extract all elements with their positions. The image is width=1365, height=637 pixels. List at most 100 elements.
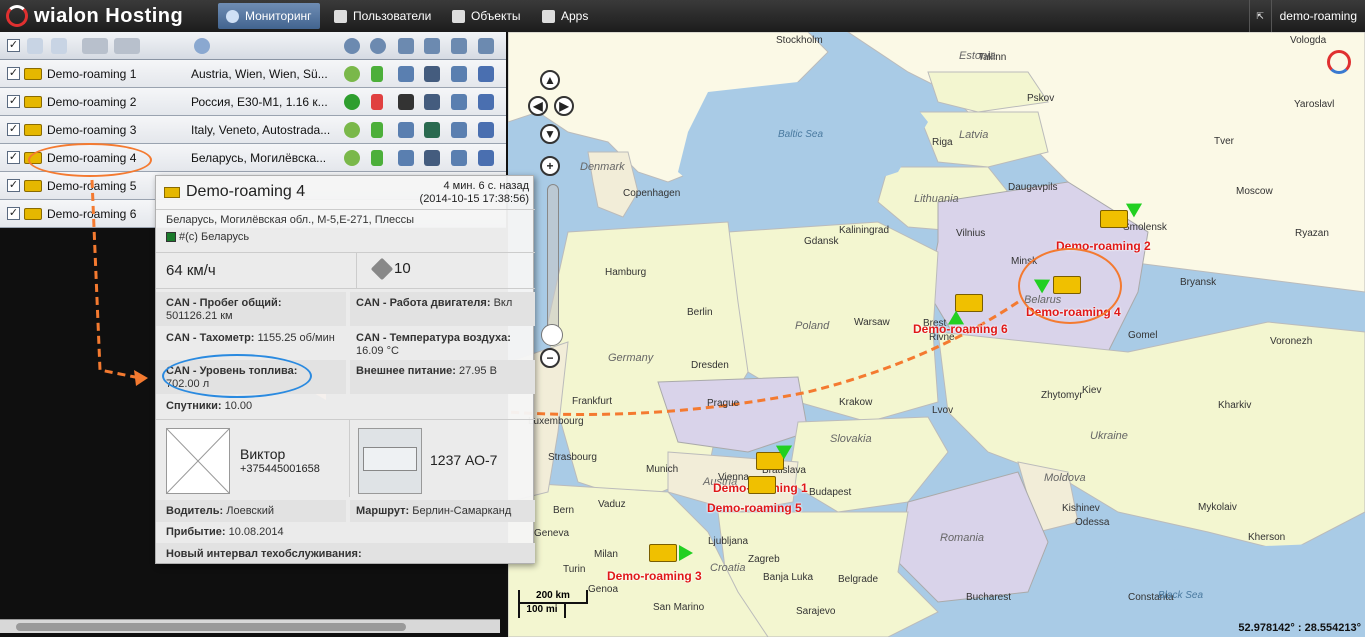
- map-city-label: San Marino: [653, 602, 705, 613]
- pan-left-button[interactable]: ◀: [528, 96, 548, 116]
- zoom-handle[interactable]: [541, 324, 563, 346]
- report-icon[interactable]: [478, 150, 494, 166]
- menu-objects-label: Объекты: [471, 9, 521, 23]
- param-label: CAN - Тахометр:: [166, 332, 255, 344]
- route-field: Маршрут: Берлин-Самарканд: [356, 505, 511, 518]
- trailer-icon[interactable]: [424, 38, 440, 54]
- unit-marker-3[interactable]: [649, 544, 677, 562]
- driver-icon[interactable]: [398, 94, 414, 110]
- horizontal-scrollbar[interactable]: [0, 619, 500, 633]
- report-icon[interactable]: [478, 66, 494, 82]
- unit-name[interactable]: Demo-roaming 1: [47, 67, 136, 81]
- unit-marker-5[interactable]: [748, 476, 776, 494]
- unit-row[interactable]: ✓ Demo-roaming 3 Italy, Veneto, Autostra…: [0, 116, 506, 144]
- map-view[interactable]: Stockholm Vologda Pskov Yaroslavl Tver M…: [508, 32, 1365, 637]
- logo-text: wialon Hosting: [34, 4, 184, 27]
- tools-icon[interactable]: [451, 66, 467, 82]
- map-country-label: Ukraine: [1090, 430, 1128, 442]
- toggle-icon[interactable]: [114, 38, 140, 54]
- tools-icon[interactable]: [451, 150, 467, 166]
- divider: [349, 419, 350, 497]
- trailer-icon[interactable]: [424, 122, 440, 138]
- unit-location: Беларусь, Могилёвска...: [191, 151, 327, 165]
- user-name[interactable]: demo-roaming: [1270, 0, 1365, 32]
- map-city-label: Copenhagen: [623, 188, 681, 199]
- pan-right-button[interactable]: ▶: [554, 96, 574, 116]
- no-photo-icon: [166, 428, 230, 494]
- unit-checkbox[interactable]: ✓: [7, 151, 20, 164]
- unit-name[interactable]: Demo-roaming 6: [47, 207, 136, 221]
- menu-apps[interactable]: Apps: [534, 3, 596, 29]
- unit-name[interactable]: Demo-roaming 2: [47, 95, 136, 109]
- unit-marker-2[interactable]: [1100, 210, 1128, 228]
- map-city-label: Gdansk: [804, 236, 839, 247]
- unit-map-label[interactable]: Demo-roaming 6: [913, 322, 1008, 336]
- tools-icon[interactable]: [451, 38, 467, 54]
- logout-icon[interactable]: ⇱: [1248, 0, 1271, 32]
- menu-users[interactable]: Пользователи: [326, 3, 439, 29]
- map-city-label: Vaduz: [598, 499, 626, 510]
- motion-state-icon: [344, 94, 360, 110]
- driver-name: Виктор: [240, 446, 286, 462]
- gps-icon[interactable]: [370, 38, 386, 54]
- map-city-label: Luxembourg: [528, 416, 584, 427]
- locate-icon[interactable]: [194, 38, 210, 54]
- sort-az-icon[interactable]: [27, 38, 43, 54]
- unit-checkbox[interactable]: ✓: [7, 67, 20, 80]
- zoom-slider[interactable]: [547, 184, 559, 334]
- truck-icon: [24, 96, 42, 108]
- unit-checkbox[interactable]: ✓: [7, 207, 20, 220]
- unit-checkbox[interactable]: ✓: [7, 179, 20, 192]
- popup-satellites: 10: [370, 257, 411, 280]
- pan-down-button[interactable]: ▼: [540, 124, 560, 144]
- map-country-label: Poland: [795, 320, 830, 332]
- zoom-out-button[interactable]: −: [540, 348, 560, 368]
- unit-location: Россия, E30-M1, 1.16 к...: [191, 95, 328, 109]
- field-label: Маршрут:: [356, 505, 410, 517]
- list-icon[interactable]: [51, 38, 67, 54]
- param-tacho: CAN - Тахометр: 1155.25 об/мин: [166, 332, 335, 345]
- menu-apps-label: Apps: [561, 9, 589, 23]
- trailer-icon[interactable]: [424, 150, 440, 166]
- unit-name[interactable]: Demo-roaming 3: [47, 123, 136, 137]
- driver-icon[interactable]: [398, 150, 414, 166]
- unit-checkbox[interactable]: ✓: [7, 123, 20, 136]
- add-group-icon[interactable]: [82, 38, 108, 54]
- top-bar: wialon Hosting Мониторинг Пользователи О…: [0, 0, 1365, 32]
- unit-map-label[interactable]: Demo-roaming 3: [607, 569, 702, 583]
- cursor-coordinates: 52.978142° : 28.554213°: [1238, 622, 1361, 634]
- param-value: 1155.25 об/мин: [257, 332, 335, 344]
- menu-objects[interactable]: Объекты: [444, 3, 529, 29]
- driver-icon[interactable]: [398, 66, 414, 82]
- report-icon[interactable]: [478, 122, 494, 138]
- connection-state-icon: [371, 122, 383, 138]
- map-city-label: Vilnius: [956, 228, 986, 239]
- commands-icon[interactable]: [344, 38, 360, 54]
- trailer-icon[interactable]: [424, 94, 440, 110]
- unit-name[interactable]: Demo-roaming 5: [47, 179, 136, 193]
- param-value: 501126.21 км: [166, 310, 233, 322]
- map-city-label: Moscow: [1236, 186, 1273, 197]
- popup-time: 4 мин. 6 с. назад (2014-10-15 17:38:56): [420, 180, 529, 206]
- unit-row[interactable]: ✓ Demo-roaming 2 Россия, E30-M1, 1.16 к.…: [0, 88, 506, 116]
- driver-icon[interactable]: [398, 38, 414, 54]
- unit-map-label[interactable]: Demo-roaming 5: [707, 501, 802, 515]
- driver-photo: [166, 428, 230, 494]
- unit-marker-1[interactable]: [756, 452, 784, 470]
- report-icon[interactable]: [478, 38, 494, 54]
- map-city-label: Dresden: [691, 360, 729, 371]
- unit-marker-6[interactable]: [955, 294, 983, 312]
- unit-row[interactable]: ✓ Demo-roaming 1 Austria, Wien, Wien, Sü…: [0, 60, 506, 88]
- menu-monitoring[interactable]: Мониторинг: [218, 3, 320, 29]
- driver-icon[interactable]: [398, 122, 414, 138]
- trailer-icon[interactable]: [424, 66, 440, 82]
- tools-icon[interactable]: [451, 122, 467, 138]
- report-icon[interactable]: [478, 94, 494, 110]
- divider: [156, 419, 535, 420]
- scrollbar-thumb[interactable]: [16, 623, 406, 631]
- zoom-in-button[interactable]: +: [540, 156, 560, 176]
- unit-checkbox[interactable]: ✓: [7, 95, 20, 108]
- tools-icon[interactable]: [451, 94, 467, 110]
- pan-up-button[interactable]: ▲: [540, 70, 560, 90]
- select-all-checkbox[interactable]: ✓: [7, 39, 20, 52]
